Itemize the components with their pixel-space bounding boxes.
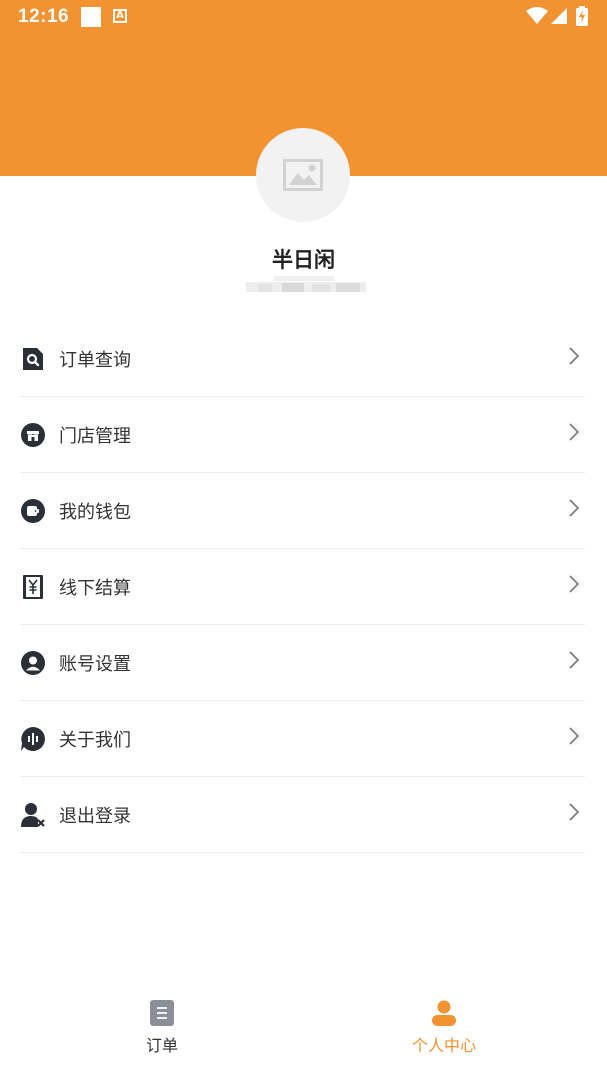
tab-label: 订单 [145,1036,178,1055]
order-list-icon [150,1000,174,1026]
menu-item-about-us[interactable]: 关于我们 [20,701,585,777]
chevron-right-icon [569,803,579,821]
logout-user-icon [21,802,45,827]
image-placeholder-icon [283,159,323,191]
menu-label: 门店管理 [59,425,131,447]
wifi-icon [526,7,548,24]
wallet-icon [21,498,45,523]
tab-personal-center[interactable]: 个人中心 [384,1000,504,1056]
chevron-right-icon [569,499,579,517]
chevron-right-icon [569,651,579,669]
chevron-right-icon [569,347,579,365]
yuan-ledger-icon [21,574,45,599]
menu-list: 订单查询 门店管理 我的钱包 线下结算 账号设置 关于我们 退出登录 [20,321,585,853]
menu-item-logout[interactable]: 退出登录 [20,777,585,853]
notification-square-icon [81,7,101,27]
menu-item-my-wallet[interactable]: 我的钱包 [20,473,585,549]
menu-label: 关于我们 [59,729,131,751]
chevron-right-icon [569,575,579,593]
status-time: 12:16 [18,6,70,27]
menu-item-order-search[interactable]: 订单查询 [20,321,585,397]
person-icon [432,1000,456,1026]
tab-label: 个人中心 [411,1036,476,1055]
account-icon [21,650,45,675]
store-icon [21,422,45,447]
menu-label: 线下结算 [59,577,131,599]
chevron-right-icon [569,423,579,441]
menu-label: 账号设置 [59,653,131,675]
user-name: 半日闲 [272,248,335,272]
chevron-right-icon [569,727,579,745]
menu-label: 我的钱包 [59,501,131,523]
user-id-blurred [246,276,366,298]
battery-charging-icon [576,6,588,26]
signal-icon [551,8,567,24]
about-icon [21,726,45,751]
tab-orders[interactable]: 订单 [102,1000,222,1056]
a-letter-icon: A [113,9,127,23]
avatar[interactable] [256,128,350,222]
menu-label: 订单查询 [59,349,131,371]
bottom-tab-bar: 订单 个人中心 [0,990,607,1080]
menu-item-offline-settlement[interactable]: 线下结算 [20,549,585,625]
menu-label: 退出登录 [59,805,131,827]
order-search-icon [21,347,45,371]
menu-item-store-management[interactable]: 门店管理 [20,397,585,473]
status-bar: 12:16 A [0,0,607,34]
menu-item-account-settings[interactable]: 账号设置 [20,625,585,701]
